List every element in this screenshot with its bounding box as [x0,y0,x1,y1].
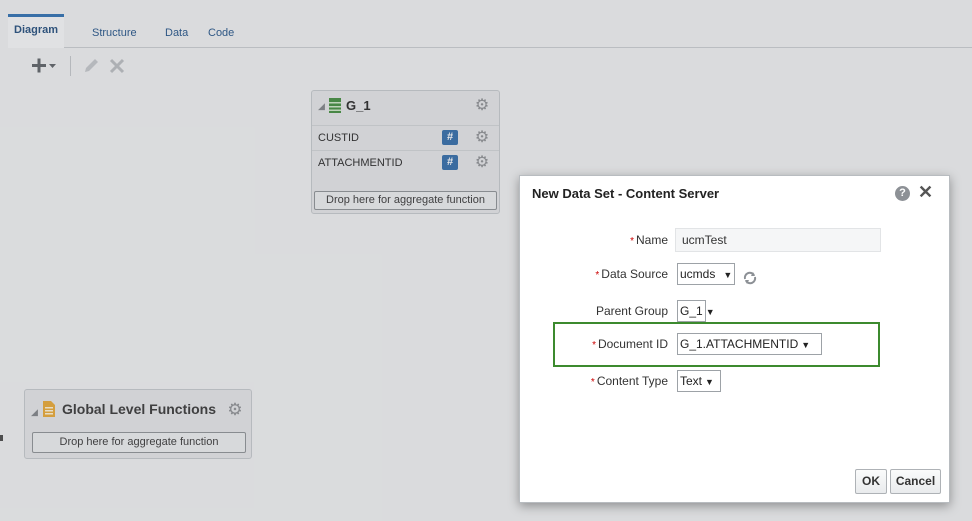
new-data-set-dialog: New Data Set - Content Server ? ✕ * Name … [519,175,950,503]
chevron-down-icon: ▼ [705,307,715,317]
chevron-down-icon: ▼ [723,270,733,280]
name-label-text: Name [635,233,668,247]
name-field[interactable] [675,228,881,252]
data-source-value: ucmds [680,267,716,281]
document-id-select[interactable]: G_1.ATTACHMENTID ▼ [677,333,822,355]
document-id-label-text: Document ID [597,337,668,351]
document-id-label: * Document ID [592,337,668,351]
ok-button[interactable]: OK [855,469,887,494]
required-marker: * [595,270,600,281]
parent-group-value: G_1 [680,304,703,318]
parent-group-label: Parent Group [596,304,668,318]
data-source-label-text: Data Source [601,267,668,281]
dialog-title: New Data Set - Content Server [532,186,720,201]
data-source-select[interactable]: ucmds ▼ [677,263,735,285]
parent-group-select[interactable]: G_1 ▼ [677,300,715,322]
name-label: * Name [630,233,668,247]
content-type-label-text: Content Type [596,374,668,388]
required-marker: * [590,377,595,388]
document-id-value: G_1.ATTACHMENTID [680,337,799,351]
content-type-label: * Content Type [591,374,668,388]
cancel-button[interactable]: Cancel [890,469,941,494]
content-type-select[interactable]: Text ▼ [677,370,721,392]
refresh-icon[interactable] [742,270,758,289]
close-icon[interactable]: ✕ [918,182,933,202]
data-source-label: * Data Source [595,267,668,281]
required-marker: * [592,340,596,351]
chevron-down-icon: ▼ [705,377,714,387]
required-marker: * [630,236,634,247]
chevron-down-icon: ▼ [801,340,811,350]
content-type-value: Text [680,374,703,388]
help-icon[interactable]: ? [895,186,910,201]
parent-group-label-text: Parent Group [595,304,668,318]
